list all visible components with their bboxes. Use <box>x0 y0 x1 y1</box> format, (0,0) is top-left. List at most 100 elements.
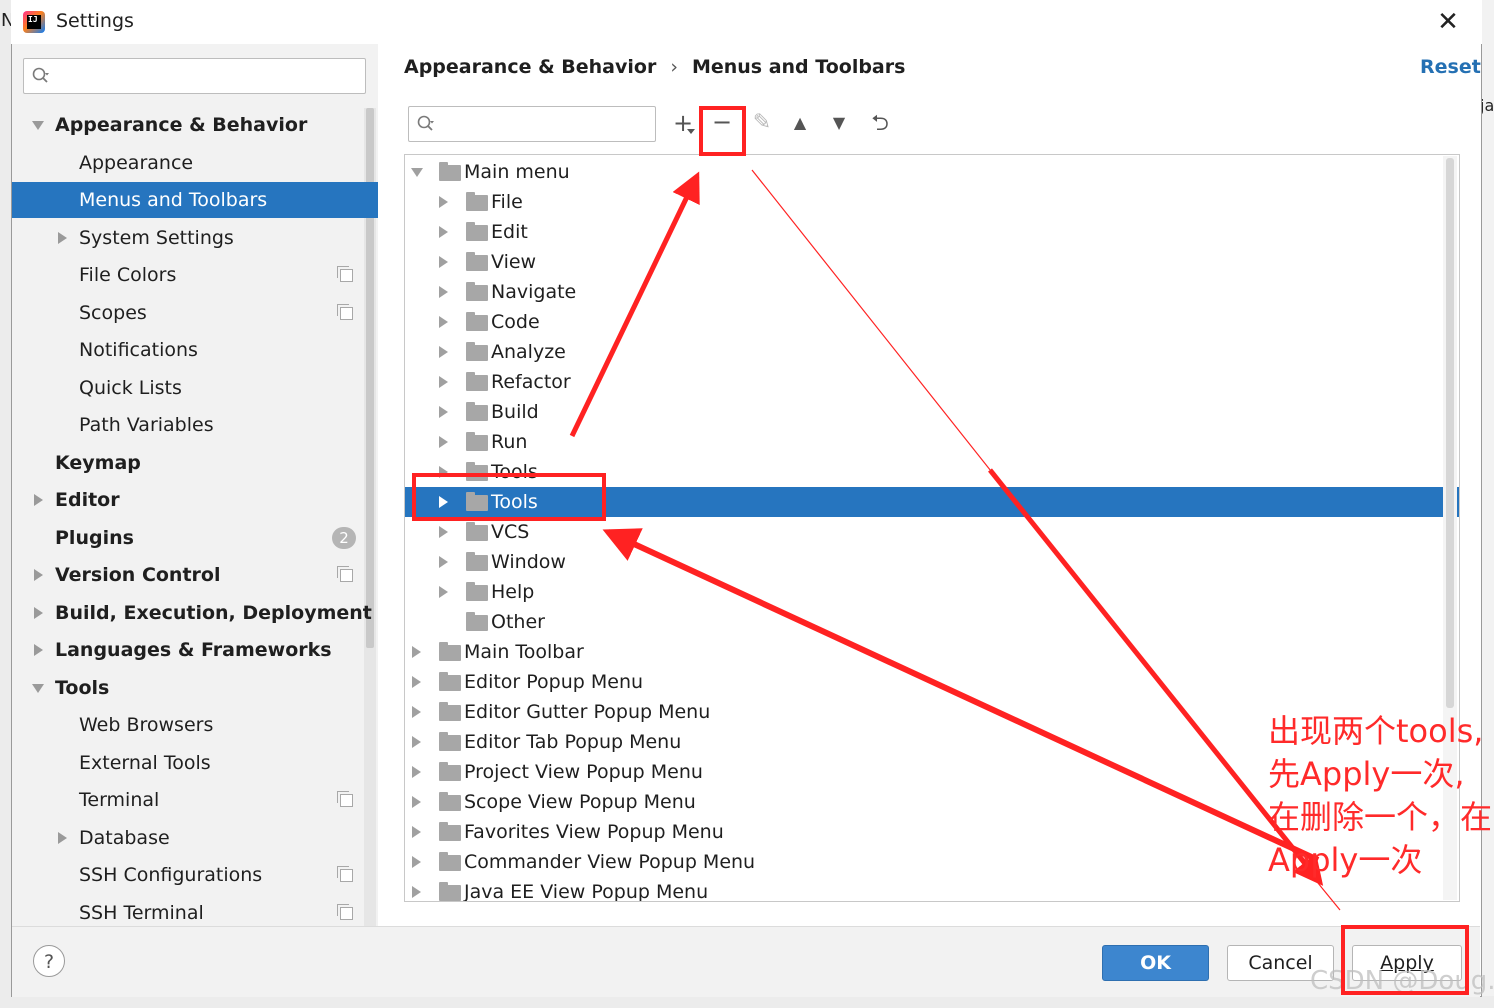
action-tree-row[interactable]: View <box>405 247 1459 277</box>
collapsed-chevron-icon[interactable] <box>439 316 448 328</box>
collapsed-chevron-icon[interactable] <box>34 494 43 506</box>
collapsed-chevron-icon[interactable] <box>412 706 421 718</box>
action-tree-label: Main menu <box>464 161 570 183</box>
expanded-chevron-icon[interactable] <box>411 168 423 177</box>
actions-search-input[interactable] <box>408 106 656 142</box>
sidebar-item[interactable]: Appearance & Behavior <box>12 107 364 143</box>
project-level-icon <box>337 791 353 807</box>
action-tree-label: VCS <box>491 521 530 543</box>
action-tree-row[interactable]: Analyze <box>405 337 1459 367</box>
action-tree-row[interactable]: Edit <box>405 217 1459 247</box>
collapsed-chevron-icon[interactable] <box>34 569 43 581</box>
breadcrumb: Appearance & Behavior › Menus and Toolbars <box>404 56 905 78</box>
reset-link[interactable]: Reset <box>1420 56 1481 78</box>
action-tree-row[interactable]: Run <box>405 427 1459 457</box>
sidebar-item[interactable]: Plugins 2 <box>12 520 364 556</box>
action-tree-label: Window <box>491 551 566 573</box>
collapsed-chevron-icon[interactable] <box>412 796 421 808</box>
restore-defaults-button[interactable]: ⮌ <box>866 110 894 138</box>
collapsed-chevron-icon[interactable] <box>439 586 448 598</box>
sidebar-item-label: Version Control <box>55 564 221 586</box>
collapsed-chevron-icon[interactable] <box>439 436 448 448</box>
add-action-button[interactable]: + <box>669 109 697 137</box>
collapsed-chevron-icon[interactable] <box>58 831 67 844</box>
pencil-icon: ✎ <box>752 110 772 135</box>
sidebar-item[interactable]: Build, Execution, Deployment <box>12 595 372 631</box>
sidebar-item[interactable]: Editor <box>12 482 364 518</box>
expanded-chevron-icon[interactable] <box>32 683 44 693</box>
action-tree-row[interactable]: Code <box>405 307 1459 337</box>
sidebar-item[interactable]: External Tools <box>12 745 364 781</box>
sidebar-search-input[interactable] <box>23 58 366 94</box>
action-tree-label: Analyze <box>491 341 566 363</box>
project-level-icon <box>337 903 353 920</box>
folder-icon <box>439 642 461 661</box>
action-tree-row[interactable]: Editor Popup Menu <box>405 667 1459 697</box>
sidebar-item[interactable]: Keymap <box>12 445 364 481</box>
sidebar-item[interactable]: File Colors <box>12 257 364 293</box>
action-tree-row[interactable]: Window <box>405 547 1459 577</box>
folder-icon <box>439 822 461 841</box>
sidebar-item[interactable]: Menus and Toolbars <box>12 182 378 218</box>
sidebar-item[interactable]: Terminal <box>12 782 364 818</box>
sidebar-item[interactable]: Notifications <box>12 332 364 368</box>
breadcrumb-current: Menus and Toolbars <box>691 56 906 78</box>
edit-icon-button[interactable]: ✎ <box>748 109 776 137</box>
sidebar-item[interactable]: System Settings <box>12 220 364 256</box>
collapsed-chevron-icon[interactable] <box>412 766 421 778</box>
action-tree-row[interactable]: Main menu <box>405 157 1459 187</box>
action-tree-row[interactable]: Refactor <box>405 367 1459 397</box>
collapsed-chevron-icon[interactable] <box>439 406 448 418</box>
collapsed-chevron-icon[interactable] <box>439 226 448 238</box>
collapsed-chevron-icon[interactable] <box>412 886 421 898</box>
collapsed-chevron-icon[interactable] <box>439 256 448 268</box>
sidebar-item[interactable]: Appearance <box>12 145 364 181</box>
sidebar-item[interactable]: Database <box>12 820 364 856</box>
help-button[interactable]: ? <box>33 945 65 977</box>
expanded-chevron-icon[interactable] <box>32 121 44 130</box>
collapsed-chevron-icon[interactable] <box>412 826 421 838</box>
collapsed-chevron-icon[interactable] <box>439 376 448 388</box>
collapsed-chevron-icon[interactable] <box>412 646 421 658</box>
sidebar-item[interactable]: Tools <box>12 670 364 706</box>
sidebar-item[interactable]: Scopes <box>12 295 364 331</box>
sidebar-item[interactable]: SSH Configurations <box>12 857 364 893</box>
action-tree-row[interactable]: Help <box>405 577 1459 607</box>
collapsed-chevron-icon[interactable] <box>439 286 448 298</box>
arrow-down-icon: ▼ <box>832 113 846 132</box>
folder-icon <box>439 792 461 811</box>
sidebar-item-label: Keymap <box>55 451 141 474</box>
sidebar-item[interactable]: Languages & Frameworks <box>12 632 364 668</box>
collapsed-chevron-icon[interactable] <box>34 606 43 619</box>
collapsed-chevron-icon[interactable] <box>439 556 448 568</box>
collapsed-chevron-icon[interactable] <box>34 644 43 656</box>
action-tree-row[interactable]: File <box>405 187 1459 217</box>
folder-icon <box>466 252 488 271</box>
sidebar-item-label: Database <box>79 826 170 849</box>
sidebar-item[interactable]: Path Variables <box>12 407 364 443</box>
collapsed-chevron-icon[interactable] <box>439 346 448 358</box>
action-tree-row[interactable]: Navigate <box>405 277 1459 307</box>
move-up-button[interactable]: ▲ <box>786 109 814 137</box>
collapsed-chevron-icon[interactable] <box>439 526 448 538</box>
action-tree-row[interactable]: Build <box>405 397 1459 427</box>
actions-tree-scrollbar-thumb[interactable] <box>1446 158 1454 708</box>
collapsed-chevron-icon[interactable] <box>439 196 448 208</box>
collapsed-chevron-icon[interactable] <box>412 856 421 868</box>
collapsed-chevron-icon[interactable] <box>58 231 67 244</box>
sidebar-item[interactable]: Quick Lists <box>12 370 364 406</box>
action-tree-label: Scope View Popup Menu <box>464 791 696 813</box>
action-tree-row[interactable]: Other <box>405 607 1459 637</box>
collapsed-chevron-icon[interactable] <box>412 736 421 748</box>
action-tree-row[interactable]: Main Toolbar <box>405 637 1459 667</box>
project-level-icon <box>337 266 353 282</box>
action-tree-label: Editor Popup Menu <box>464 671 644 693</box>
action-tree-row[interactable]: VCS <box>405 517 1459 547</box>
move-down-button[interactable]: ▼ <box>825 109 853 137</box>
collapsed-chevron-icon[interactable] <box>412 676 421 688</box>
sidebar-item-label: System Settings <box>79 226 234 249</box>
sidebar-item[interactable]: Web Browsers <box>12 707 364 743</box>
close-icon[interactable]: ✕ <box>1436 8 1460 36</box>
ok-button[interactable]: OK <box>1102 945 1209 981</box>
sidebar-item[interactable]: Version Control <box>12 557 364 593</box>
